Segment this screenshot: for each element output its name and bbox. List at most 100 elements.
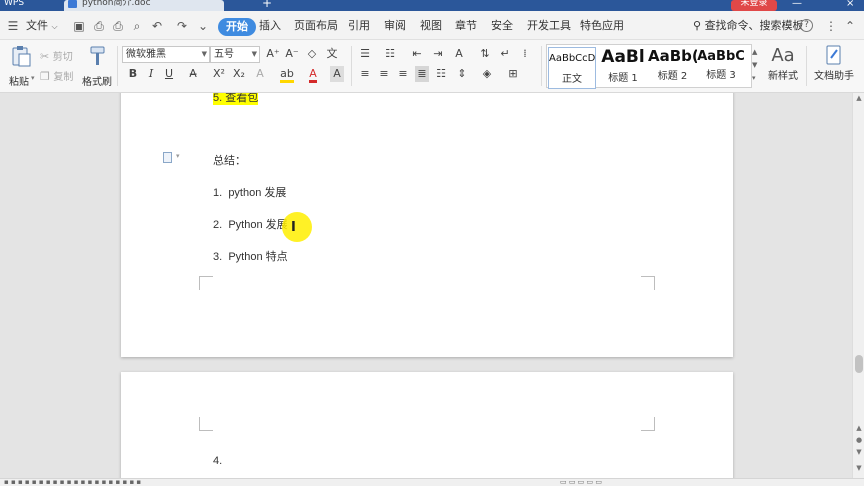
shading-icon[interactable]: ◈ (480, 66, 494, 82)
wps-app-tab[interactable]: WPS (4, 0, 62, 11)
document-tab[interactable]: python简介.doc (64, 0, 224, 11)
help-icon[interactable]: ? (800, 19, 813, 32)
margin-corner-mark (199, 417, 213, 431)
format-painter-button[interactable]: 格式刷 (82, 45, 114, 89)
format-painter-label: 格式刷 (82, 77, 112, 88)
login-button[interactable]: 未登录 (731, 0, 777, 11)
scrollbar-thumb[interactable] (855, 355, 863, 373)
export-pdf-icon[interactable]: ⎙ (92, 19, 106, 33)
borders-icon[interactable]: ⊞ (506, 66, 520, 82)
minimize-button[interactable]: — (792, 0, 806, 9)
list-item[interactable]: 1. python 发展 (213, 184, 286, 200)
style-name: 标题 2 (657, 71, 688, 82)
more-options-icon[interactable]: ⋮ (824, 19, 838, 33)
highlighted-list-item[interactable]: 5. 查看包 (213, 93, 259, 105)
justify-icon[interactable]: ≣ (415, 66, 429, 82)
list-item[interactable]: 4. (213, 455, 222, 467)
increase-indent-icon[interactable]: ⇥ (431, 46, 445, 62)
shrink-font-icon[interactable]: A⁻ (285, 46, 299, 62)
paste-button[interactable]: 粘贴 ▾ (9, 45, 35, 89)
tab-view[interactable]: 视图 (420, 17, 442, 35)
ribbon-divider (117, 46, 118, 86)
tab-security[interactable]: 安全 (491, 17, 513, 35)
font-color-button[interactable]: A (306, 66, 320, 83)
print-icon[interactable]: ⎙ (111, 19, 125, 33)
view-mode-icons[interactable]: ▭ ▭ ▭ ▭ ▭ (560, 479, 602, 486)
doc-helper-button[interactable]: 文档助手 (812, 45, 856, 89)
style-normal[interactable]: AaBbCcDd 正文 (548, 47, 596, 89)
styles-scroll[interactable]: ▲ ▼ ▾ (752, 46, 757, 85)
decrease-indent-icon[interactable]: ⇤ (410, 46, 424, 62)
collapse-ribbon-icon[interactable]: ⌃ (843, 19, 857, 33)
list-item[interactable]: 2. Python 发展 (213, 216, 288, 232)
char-shading-icon[interactable]: A (330, 66, 344, 82)
align-left-icon[interactable]: ≡ (358, 66, 372, 82)
tab-developer[interactable]: 开发工具 (527, 17, 571, 35)
show-marks-icon[interactable]: ↵ (498, 46, 512, 62)
underline-button[interactable]: U (162, 66, 176, 82)
cut-button[interactable]: ✂ 剪切 (40, 48, 73, 63)
new-tab-button[interactable]: + (262, 0, 276, 11)
tab-home[interactable]: 开始 (218, 18, 256, 36)
style-heading-2[interactable]: AaBb( 标题 2 (648, 47, 697, 89)
tab-insert[interactable]: 插入 (259, 17, 281, 35)
hamburger-icon[interactable]: ☰ (6, 19, 20, 33)
paragraph-handle-icon[interactable] (163, 152, 172, 163)
strikethrough-icon[interactable]: A̶ (186, 66, 200, 82)
clear-format-icon[interactable]: ◇ (305, 46, 319, 62)
select-browse-icon[interactable]: ● (853, 435, 864, 445)
style-heading-1[interactable]: AaBl 标题 1 (598, 47, 648, 89)
redo-icon[interactable]: ↷ (175, 19, 189, 33)
chinese-layout-icon[interactable]: A (452, 46, 466, 62)
font-color-letter: A (309, 67, 317, 83)
summary-heading[interactable]: 总结： (213, 152, 246, 168)
bold-button[interactable]: B (126, 66, 140, 82)
new-style-button[interactable]: Aa 新样式 (764, 45, 802, 89)
subscript-icon[interactable]: X₂ (232, 66, 246, 82)
style-heading-3[interactable]: AaBbC 标题 3 (697, 47, 745, 89)
style-sample: AaBbCcDd (549, 53, 596, 64)
next-page-icon[interactable]: ▼ (853, 447, 864, 457)
superscript-icon[interactable]: X² (212, 66, 226, 82)
document-canvas[interactable]: 5. 查看包 ▾ 总结： 1. python 发展 2. Python 发展 3… (0, 93, 852, 478)
font-name-select[interactable]: 微软雅黑 ▼ (122, 46, 210, 63)
prev-page-icon[interactable]: ▲ (853, 423, 864, 433)
line-spacing-icon[interactable]: ⇕ (455, 66, 469, 82)
scroll-up-icon[interactable]: ▲ (853, 93, 864, 103)
tab-review[interactable]: 审阅 (384, 17, 406, 35)
align-center-icon[interactable]: ≡ (377, 66, 391, 82)
phonetic-guide-icon[interactable]: 文 (325, 46, 339, 62)
font-size-select[interactable]: 五号 ▼ (210, 46, 260, 63)
tab-page-layout[interactable]: 页面布局 (294, 17, 338, 35)
undo-icon[interactable]: ↶ (150, 19, 164, 33)
save-icon[interactable]: ▣ (72, 19, 86, 33)
align-right-icon[interactable]: ≡ (396, 66, 410, 82)
chevron-down-icon: ▾ (176, 152, 180, 160)
vertical-scrollbar[interactable]: ▲ ▲ ● ▼ ▼ (852, 93, 864, 478)
file-menu[interactable]: 文件 ⌵ (26, 17, 58, 35)
numbered-list-icon[interactable]: ☷ (383, 46, 397, 62)
distributed-icon[interactable]: ☷ (434, 66, 448, 82)
tab-special-apps[interactable]: 特色应用 (580, 17, 624, 35)
copy-button[interactable]: ❐ 复制 (40, 68, 73, 83)
text-effect-icon[interactable]: A (253, 66, 267, 82)
italic-button[interactable]: I (144, 66, 158, 82)
command-search[interactable]: ⚲ 查找命令、搜索模板 (693, 17, 804, 35)
tab-chapter[interactable]: 章节 (455, 17, 477, 35)
list-item[interactable]: 3. Python 特点 (213, 248, 288, 264)
close-button[interactable]: × (846, 0, 860, 9)
highlight-color-icon[interactable]: ab (280, 66, 294, 83)
list-text: Python 特点 (228, 251, 288, 263)
print-preview-icon[interactable]: ⌕ (130, 19, 144, 33)
chevron-down-icon: ▾ (31, 74, 35, 82)
tab-references[interactable]: 引用 (348, 17, 370, 35)
scroll-down-icon[interactable]: ▼ (853, 463, 864, 473)
sort-icon[interactable]: ⇅ (478, 46, 492, 62)
bullet-list-icon[interactable]: ☰ (358, 46, 372, 62)
list-number: 4. (213, 455, 223, 467)
grow-font-icon[interactable]: A⁺ (266, 46, 280, 62)
paragraph-settings-icon[interactable]: ⁞ (518, 46, 532, 62)
word-doc-icon (68, 0, 77, 8)
list-number: 1. (213, 187, 223, 199)
customize-toolbar-icon[interactable]: ⌄ (196, 19, 210, 33)
